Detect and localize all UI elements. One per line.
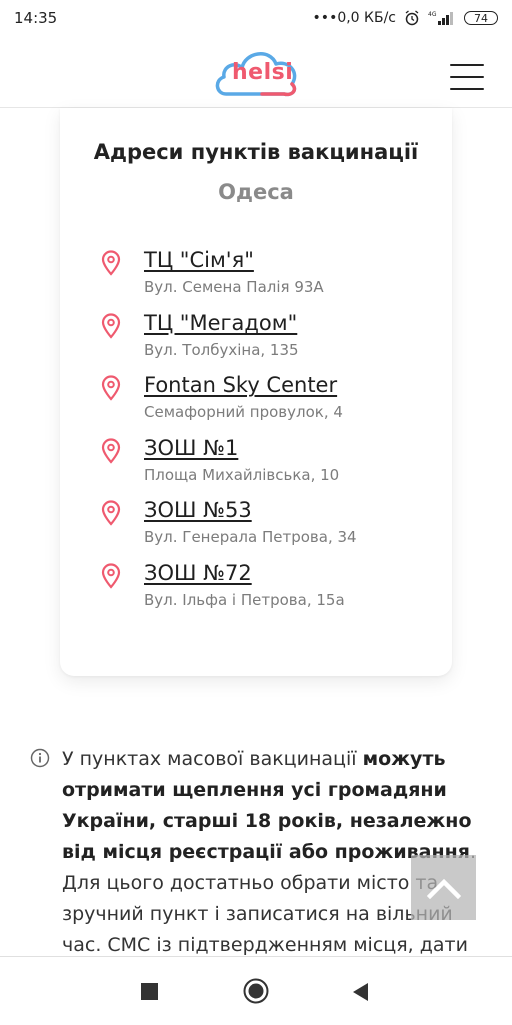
location-item: ЗОШ №72 Вул. Ільфа і Петрова, 15а [100, 561, 440, 624]
vaccination-points-card: Адреси пунктів вакцинації Одеса ТЦ "Сім'… [60, 108, 452, 676]
location-link[interactable]: ТЦ "Мегадом" [144, 311, 440, 335]
location-address: Вул. Генерала Петрова, 34 [144, 528, 357, 547]
location-list: ТЦ "Сім'я" Вул. Семена Палія 93А ТЦ "Мег… [100, 248, 440, 624]
location-item: Fontan Sky Center Семафорний провулок, 4 [100, 373, 440, 436]
svg-text:4G: 4G [428, 11, 437, 18]
logo-text: helsi [232, 60, 294, 85]
status-icons: •••0,0 КБ/с 4G 74 [313, 10, 498, 26]
location-link[interactable]: ЗОШ №1 [144, 436, 440, 460]
location-pin-icon [101, 438, 121, 464]
app-header: helsi [0, 36, 512, 108]
location-address: Вул. Семена Палія 93А [144, 278, 324, 296]
location-item: ЗОШ №1 Площа Михайлівська, 10 [100, 436, 440, 499]
helsi-logo[interactable]: helsi [212, 44, 302, 100]
location-address: Вул. Толбухіна, 135 [144, 340, 299, 359]
location-address: Площа Михайлівська, 10 [144, 465, 340, 484]
location-link[interactable]: ЗОШ №72 [144, 561, 440, 585]
city-name: Одеса [218, 180, 294, 204]
location-pin-icon [101, 250, 121, 276]
scroll-to-top-button[interactable] [411, 855, 476, 920]
network-speed: •••0,0 КБ/с [312, 10, 396, 26]
status-time: 14:35 [14, 9, 58, 27]
location-pin-icon [101, 313, 121, 339]
alarm-icon [405, 10, 419, 26]
recent-apps-button[interactable] [141, 983, 158, 1000]
home-button[interactable] [243, 978, 269, 1004]
location-pin-icon [101, 375, 121, 401]
location-link[interactable]: ТЦ "Сім'я" [144, 248, 440, 272]
menu-button[interactable] [450, 64, 484, 90]
menu-line [450, 88, 484, 90]
info-text-intro: У пунктах масової вакцинації [62, 748, 363, 770]
menu-line [450, 64, 484, 66]
location-link[interactable]: Fontan Sky Center [144, 373, 440, 397]
location-link[interactable]: ЗОШ №53 [144, 498, 440, 522]
location-item: ТЦ "Сім'я" Вул. Семена Палія 93А [100, 248, 440, 311]
info-icon [30, 748, 50, 768]
location-pin-icon [101, 563, 121, 589]
card-title: Адреси пунктів вакцинації [93, 140, 419, 164]
signal-icon: 4G [428, 11, 453, 25]
menu-line [450, 76, 484, 78]
location-address: Семафорний провулок, 4 [144, 403, 343, 422]
status-bar: 14:35 •••0,0 КБ/с 4G 74 [0, 0, 512, 36]
location-item: ТЦ "Мегадом" Вул. Толбухіна, 135 [100, 311, 440, 374]
chevron-up-icon [426, 878, 461, 899]
location-address: Вул. Ільфа і Петрова, 15а [144, 590, 345, 609]
location-item: ЗОШ №53 Вул. Генерала Петрова, 34 [100, 498, 440, 561]
system-nav-bar [0, 956, 512, 1025]
location-pin-icon [101, 500, 121, 527]
back-button[interactable] [350, 981, 370, 1003]
battery-icon: 74 [464, 11, 498, 25]
